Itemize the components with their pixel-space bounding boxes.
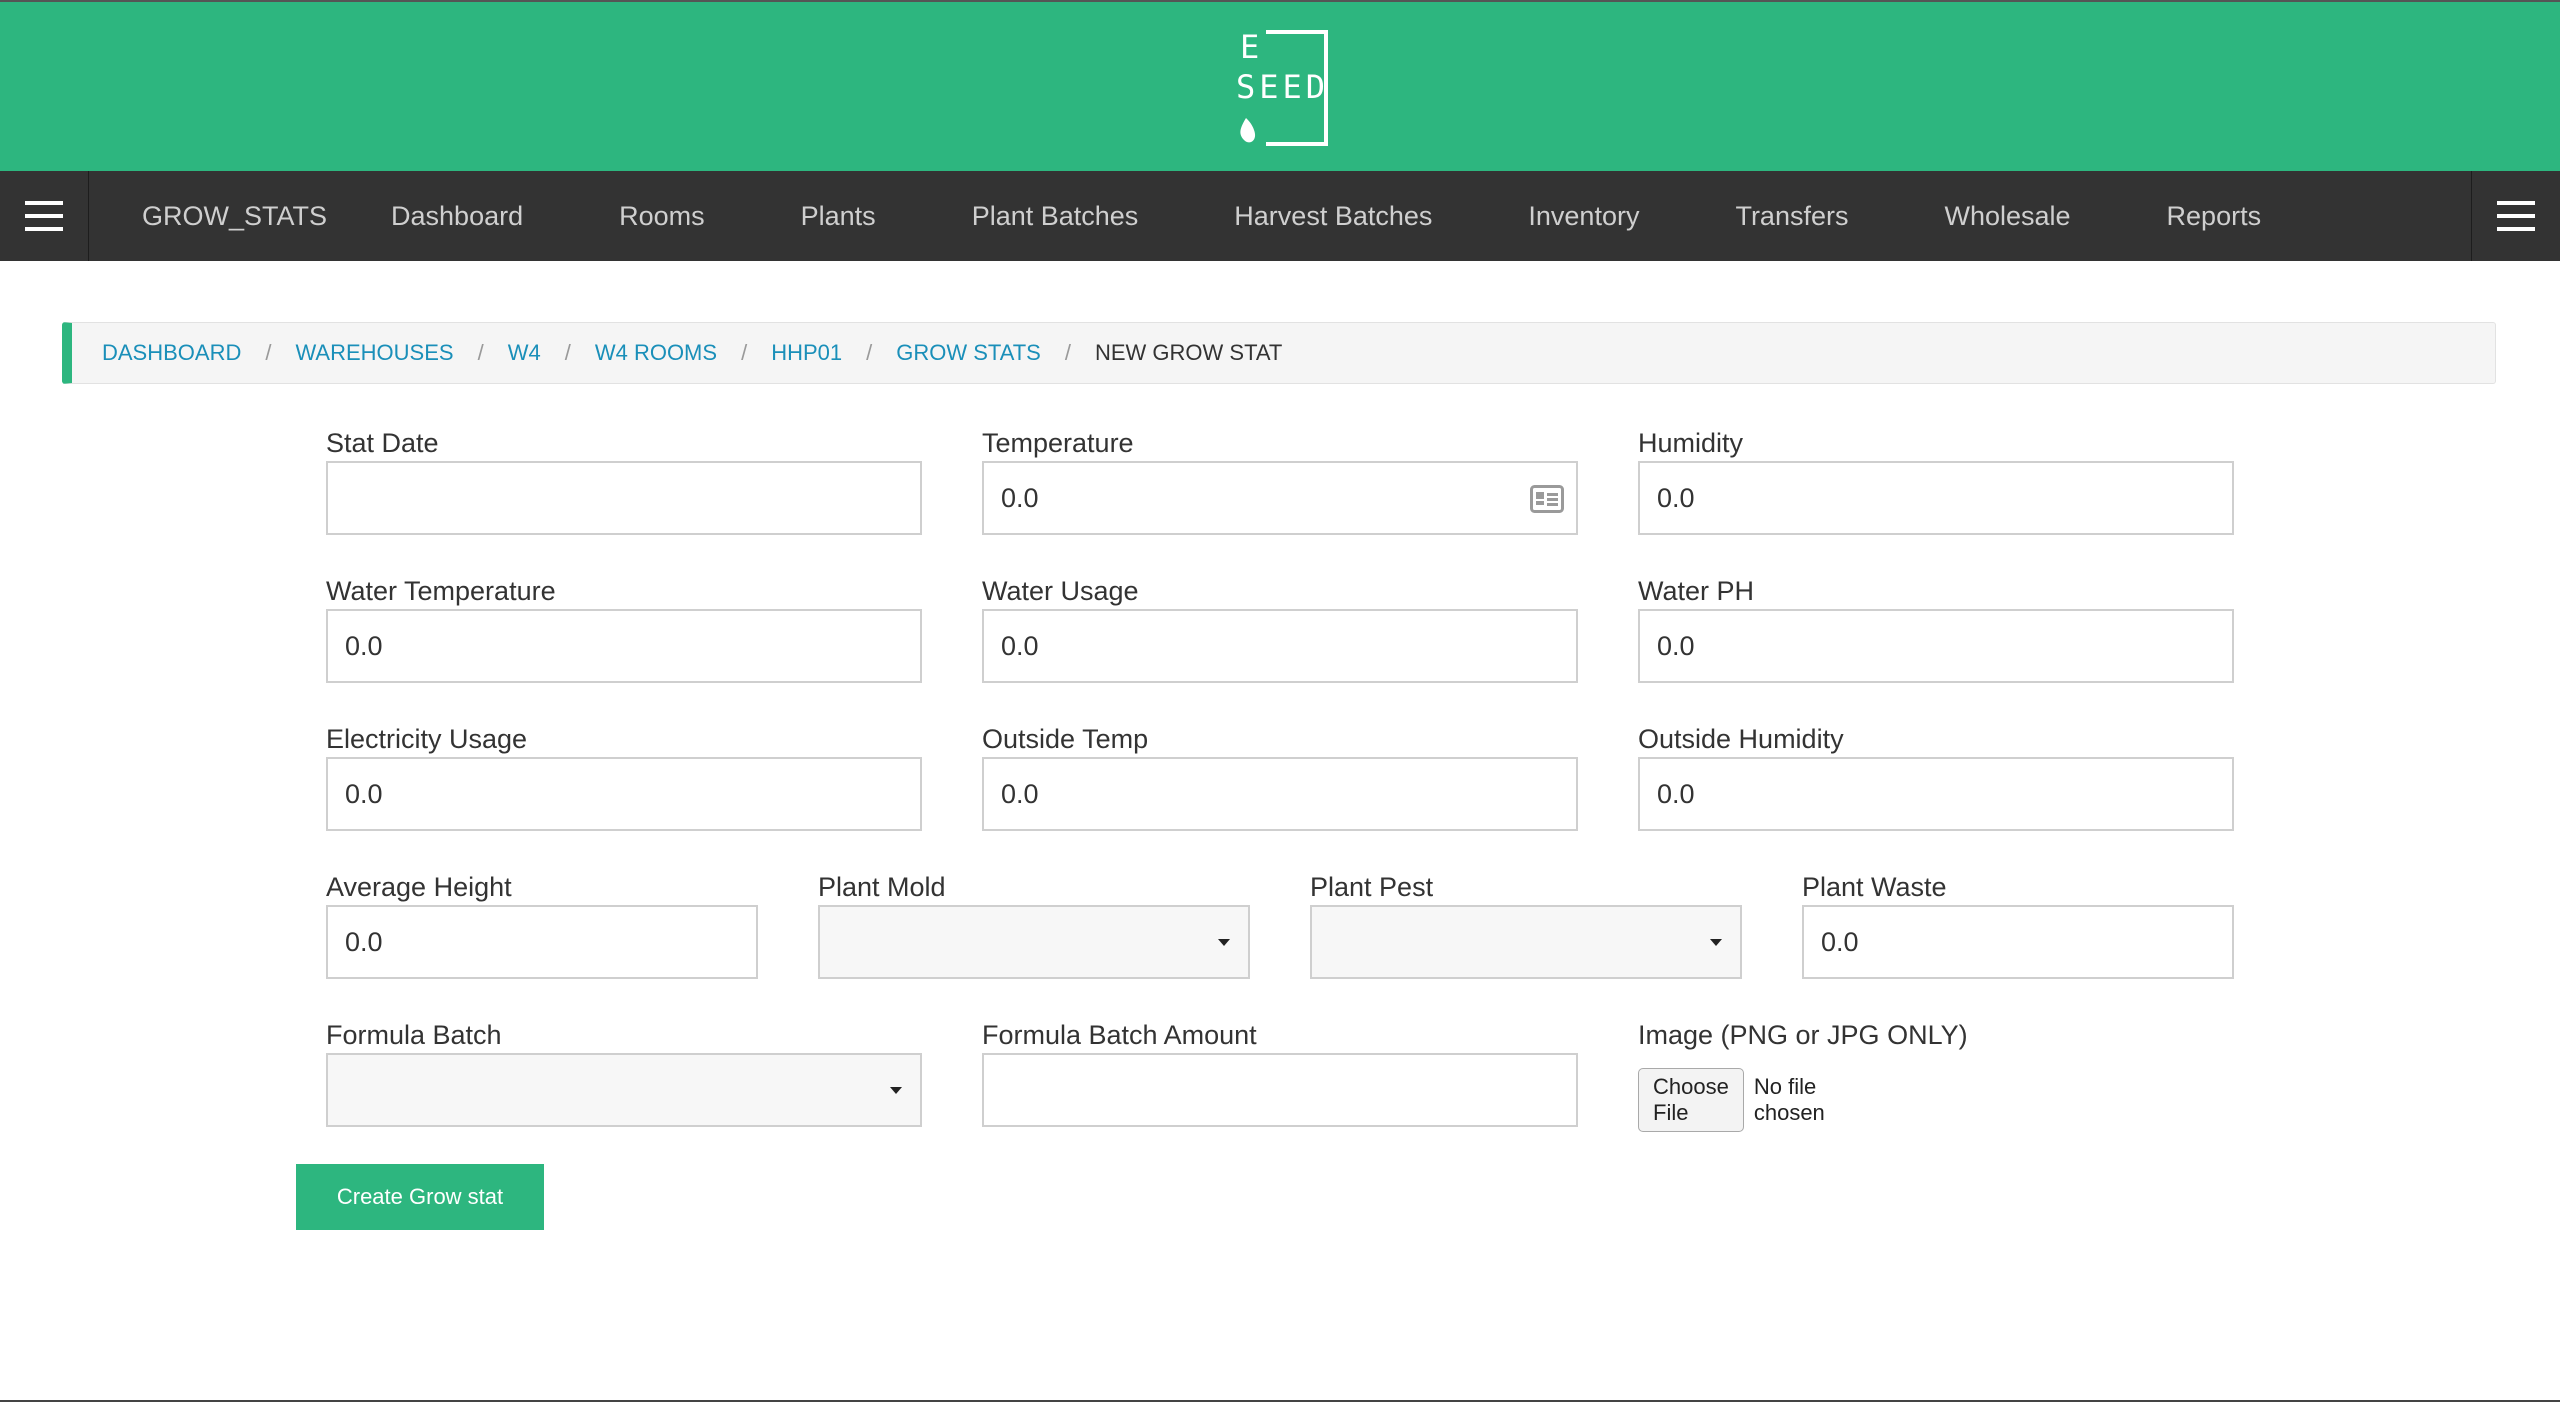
outside-temp-input[interactable]: 0.0: [982, 757, 1578, 831]
humidity-label: Humidity: [1638, 428, 1744, 458]
water-usage-input[interactable]: 0.0: [982, 609, 1578, 683]
plant-pest-label: Plant Pest: [1310, 872, 1434, 902]
image-label: Image (PNG or JPG ONLY): [1638, 1020, 1968, 1050]
formula-batch-amount-input[interactable]: [982, 1053, 1578, 1127]
nav-item-plants[interactable]: Plants: [801, 201, 876, 232]
left-menu-toggle[interactable]: [0, 171, 89, 261]
water-temperature-input[interactable]: 0.0: [326, 609, 922, 683]
choose-file-button[interactable]: Choose File: [1638, 1068, 1744, 1132]
hamburger-icon: [2497, 201, 2535, 231]
breadcrumb: DASHBOARD / WAREHOUSES / W4 / W4 ROOMS /…: [62, 322, 2496, 384]
outside-temp-label: Outside Temp: [982, 724, 1149, 754]
nav-items: GROW_STATS Dashboard Rooms Plants Plant …: [89, 171, 2261, 261]
chevron-down-icon: [1218, 938, 1230, 946]
breadcrumb-w4-rooms[interactable]: W4 ROOMS: [595, 340, 717, 366]
nav-item-inventory[interactable]: Inventory: [1528, 201, 1639, 232]
water-ph-input[interactable]: 0.0: [1638, 609, 2234, 683]
humidity-input[interactable]: 0.0: [1638, 461, 2234, 535]
breadcrumb-warehouses[interactable]: WAREHOUSES: [295, 340, 453, 366]
stat-date-label: Stat Date: [326, 428, 439, 458]
electricity-usage-label: Electricity Usage: [326, 724, 528, 754]
main-nav: GROW_STATS Dashboard Rooms Plants Plant …: [0, 171, 2560, 261]
temperature-label: Temperature: [982, 428, 1134, 458]
breadcrumb-grow-stats[interactable]: GROW STATS: [896, 340, 1041, 366]
breadcrumb-separator: /: [477, 340, 484, 365]
breadcrumb-separator: /: [741, 340, 748, 365]
plant-waste-input[interactable]: 0.0: [1802, 905, 2234, 979]
plant-pest-select[interactable]: [1310, 905, 1742, 979]
nav-item-transfers[interactable]: Transfers: [1735, 201, 1848, 232]
breadcrumb-separator: /: [1064, 340, 1071, 365]
nav-item-dashboard[interactable]: Dashboard: [391, 201, 523, 232]
outside-humidity-label: Outside Humidity: [1638, 724, 1844, 754]
nav-item-wholesale[interactable]: Wholesale: [1944, 201, 2070, 232]
water-ph-label: Water PH: [1638, 576, 1755, 606]
formula-batch-select[interactable]: [326, 1053, 922, 1127]
nav-item-plant-batches[interactable]: Plant Batches: [972, 201, 1139, 232]
breadcrumb-new-grow-stat: NEW GROW STAT: [1094, 340, 1283, 365]
plant-mold-select[interactable]: [818, 905, 1250, 979]
breadcrumb-separator: /: [866, 340, 873, 365]
logo-letter-e: E: [1240, 28, 1264, 66]
plant-mold-label: Plant Mold: [818, 872, 946, 902]
temperature-value: 0.0: [1001, 482, 1039, 513]
contact-card-icon[interactable]: [1530, 485, 1564, 513]
breadcrumb-dashboard[interactable]: DASHBOARD: [102, 340, 241, 366]
breadcrumb-separator: /: [265, 340, 272, 365]
chevron-down-icon: [890, 1086, 902, 1094]
electricity-usage-input[interactable]: 0.0: [326, 757, 922, 831]
formula-batch-label: Formula Batch: [326, 1020, 502, 1050]
plant-waste-label: Plant Waste: [1802, 872, 1947, 902]
nav-item-grow-stats[interactable]: GROW_STATS: [142, 201, 327, 232]
average-height-label: Average Height: [326, 872, 512, 902]
stat-date-input[interactable]: [326, 461, 922, 535]
hamburger-icon: [25, 201, 63, 231]
file-status-text: No file chosen: [1753, 1074, 1825, 1125]
breadcrumb-separator: /: [564, 340, 571, 365]
chevron-down-icon: [1710, 938, 1722, 946]
brand-header: E SEED: [0, 0, 2560, 171]
breadcrumb-w4[interactable]: W4: [508, 340, 541, 366]
average-height-input[interactable]: 0.0: [326, 905, 758, 979]
water-temperature-label: Water Temperature: [326, 576, 556, 606]
formula-batch-amount-label: Formula Batch Amount: [982, 1020, 1257, 1050]
create-grow-stat-button[interactable]: Create Grow stat: [296, 1164, 544, 1230]
right-menu-toggle[interactable]: [2471, 171, 2560, 261]
outside-humidity-input[interactable]: 0.0: [1638, 757, 2234, 831]
breadcrumb-hhp01[interactable]: HHP01: [771, 340, 842, 366]
nav-item-harvest-batches[interactable]: Harvest Batches: [1234, 201, 1432, 232]
image-file-picker: Choose File No file chosen: [1638, 1068, 1825, 1132]
nav-item-rooms[interactable]: Rooms: [619, 201, 705, 232]
nav-item-reports[interactable]: Reports: [2167, 201, 2262, 232]
logo-word-seed: SEED: [1236, 68, 1330, 106]
water-usage-label: Water Usage: [982, 576, 1139, 606]
temperature-input[interactable]: 0.0: [982, 461, 1578, 535]
eseed-logo[interactable]: E SEED: [1236, 28, 1330, 146]
